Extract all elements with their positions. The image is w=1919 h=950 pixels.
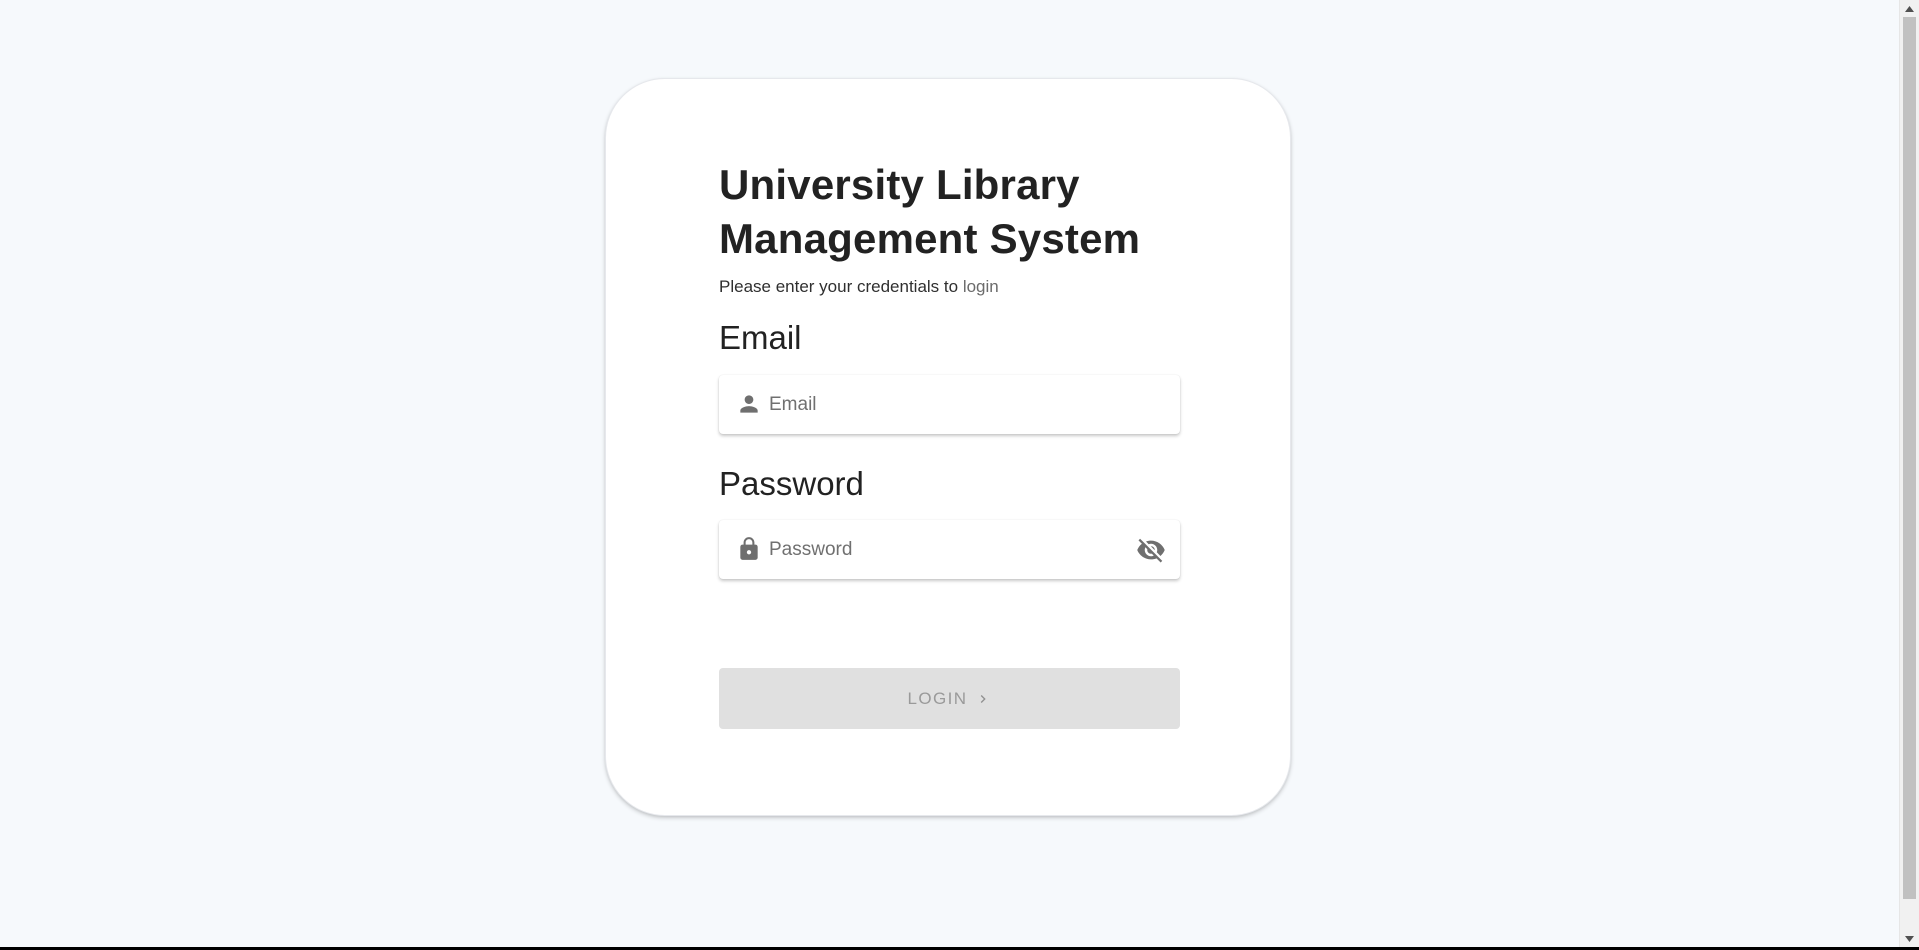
email-field[interactable] — [769, 375, 1129, 434]
login-button[interactable]: LOGIN — [719, 668, 1180, 729]
email-field-container — [719, 375, 1180, 434]
scroll-up-arrow[interactable] — [1900, 0, 1919, 17]
scrollbar-thumb[interactable] — [1903, 17, 1916, 899]
email-label: Email — [719, 319, 802, 356]
login-subtitle: Please enter your credentials to login — [719, 277, 999, 297]
scroll-down-arrow[interactable] — [1900, 930, 1919, 947]
password-label: Password — [719, 465, 864, 502]
login-card: University Library Management System Ple… — [605, 78, 1291, 816]
subtitle-text: Please enter your credentials to — [719, 277, 963, 296]
password-field[interactable] — [769, 520, 1129, 579]
login-link[interactable]: login — [963, 277, 999, 296]
eye-off-icon[interactable] — [1136, 535, 1166, 565]
vertical-scrollbar[interactable] — [1899, 0, 1919, 947]
page-viewport: University Library Management System Ple… — [0, 0, 1899, 947]
page-title: University Library Management System — [719, 161, 1141, 262]
chevron-right-icon — [981, 694, 987, 703]
person-icon — [740, 395, 758, 413]
login-button-label: LOGIN — [907, 688, 968, 708]
triangle-up-icon — [1905, 5, 1914, 12]
triangle-down-icon — [1905, 935, 1914, 942]
lock-icon — [740, 537, 758, 560]
password-field-container — [719, 520, 1180, 579]
